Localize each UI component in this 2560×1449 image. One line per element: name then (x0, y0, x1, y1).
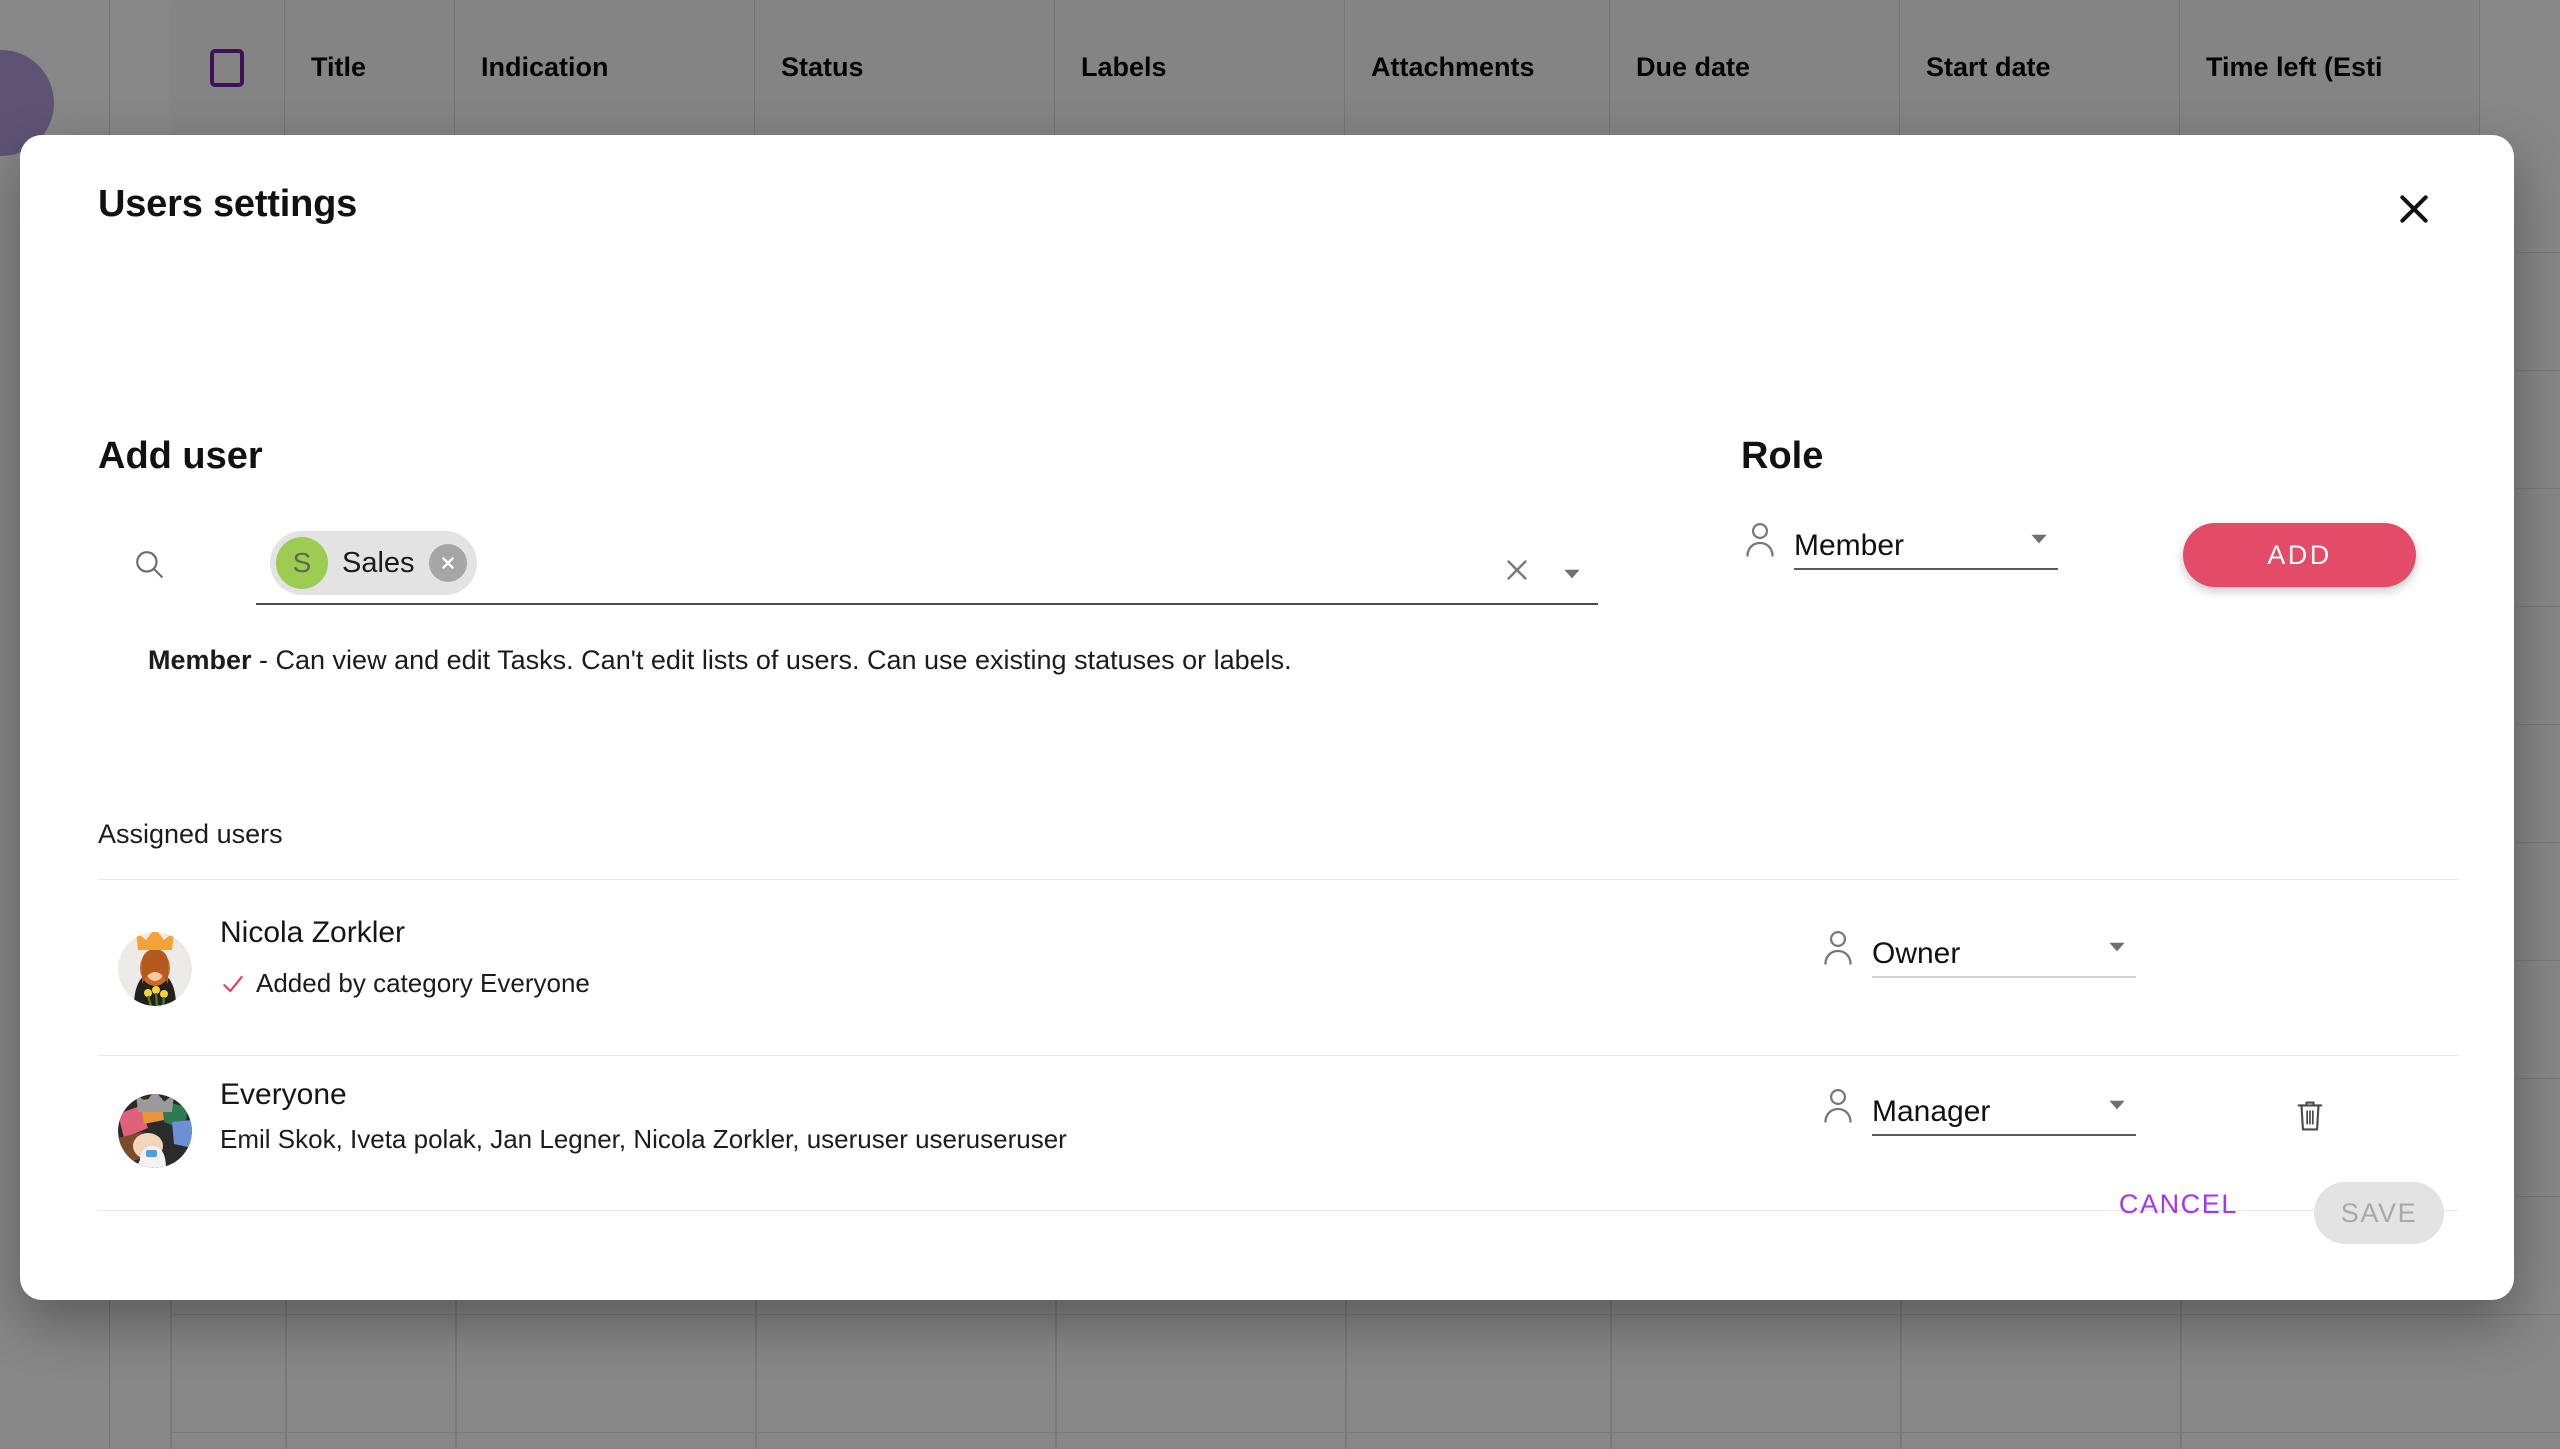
role-description-name: Member (148, 645, 252, 675)
person-icon (1746, 522, 1774, 557)
gold-crown-icon (136, 932, 174, 950)
chip-avatar: S (276, 537, 328, 589)
role-value: Manager (1872, 1095, 1991, 1128)
user-subtitle: Emil Skok, Iveta polak, Jan Legner, Nico… (220, 1124, 1067, 1154)
chevron-down-icon (2109, 1100, 2125, 1110)
user-search-field[interactable]: S Sales (98, 525, 1598, 605)
user-name: Everyone (220, 1078, 347, 1111)
user-subtitle-row: Added by category Everyone (220, 968, 590, 999)
dialog-header: Users settings (20, 135, 2514, 275)
avatar (118, 1094, 192, 1168)
selected-user-chip[interactable]: S Sales (270, 531, 477, 595)
save-button[interactable]: SAVE (2314, 1182, 2444, 1244)
person-icon (1824, 1088, 1852, 1123)
assigned-user-row: Nicola Zorkler Added by category Everyon… (98, 879, 2458, 1055)
chevron-down-icon (2031, 534, 2047, 544)
close-icon (2400, 195, 2428, 223)
chip-remove-button[interactable] (428, 544, 467, 582)
role-description-text: - Can view and edit Tasks. Can't edit li… (251, 645, 1292, 675)
delete-user-button[interactable] (2284, 1090, 2336, 1142)
check-icon (223, 975, 243, 992)
search-icon (132, 547, 166, 581)
users-settings-dialog: Users settings Add user S Sales Member -… (20, 135, 2514, 1300)
add-user-heading: Add user (98, 435, 263, 477)
close-icon (441, 557, 454, 569)
role-description: Member - Can view and edit Tasks. Can't … (148, 645, 1292, 676)
role-underline (1872, 976, 2136, 978)
role-heading: Role (1741, 435, 1824, 477)
chip-label: Sales (342, 546, 415, 579)
role-select-user-0[interactable]: Owner (1820, 928, 2136, 978)
trash-icon (2297, 1101, 2323, 1131)
chevron-down-icon (1564, 569, 1580, 579)
search-clear-button[interactable] (1497, 550, 1537, 590)
role-select-user-1[interactable]: Manager (1820, 1086, 2136, 1136)
role-select-add-user[interactable]: Member (1742, 520, 2058, 570)
close-button[interactable] (2388, 183, 2440, 235)
role-select-value: Member (1794, 529, 1905, 562)
search-underline (256, 602, 1598, 605)
add-user-button[interactable]: ADD (2183, 523, 2416, 587)
role-value: Owner (1872, 937, 1961, 970)
page-title: Users settings (98, 183, 358, 225)
role-select-underline (1794, 567, 2058, 570)
search-dropdown-toggle[interactable] (1558, 559, 1586, 587)
user-name: Nicola Zorkler (220, 916, 406, 949)
avatar (118, 932, 192, 1006)
assigned-users-label: Assigned users (98, 819, 283, 849)
user-subtitle-row: Emil Skok, Iveta polak, Jan Legner, Nico… (220, 1124, 1067, 1155)
cancel-button[interactable]: CANCEL (2101, 1175, 2256, 1234)
close-icon (1507, 560, 1527, 580)
person-icon (1824, 930, 1852, 965)
chevron-down-icon (2109, 942, 2125, 952)
silver-crown-icon (136, 1094, 174, 1112)
role-underline (1872, 1133, 2136, 1136)
user-subtitle: Added by category Everyone (256, 968, 590, 998)
